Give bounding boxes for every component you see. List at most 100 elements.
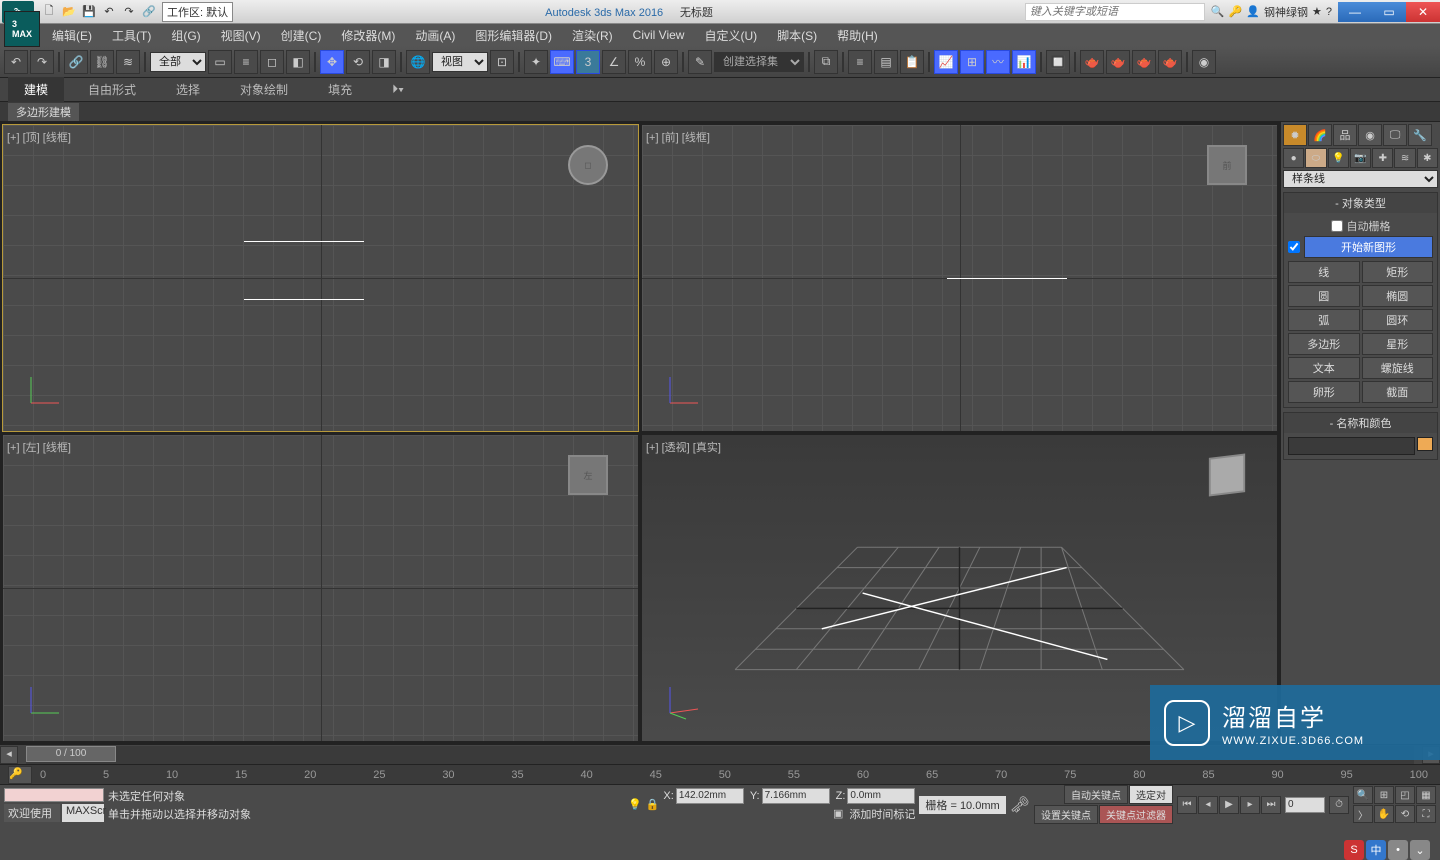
x-coord-input[interactable] xyxy=(676,788,744,804)
current-frame-input[interactable] xyxy=(1285,797,1325,813)
viewcube-icon[interactable] xyxy=(1209,453,1245,496)
redo-icon[interactable]: ↷ xyxy=(120,3,138,21)
geometry-subtab-icon[interactable]: ● xyxy=(1283,148,1304,168)
cameras-subtab-icon[interactable]: 📷 xyxy=(1350,148,1371,168)
manipulate-button[interactable]: ✦ xyxy=(524,50,548,74)
select-by-name-button[interactable]: ≡ xyxy=(234,50,258,74)
rollout-header[interactable]: - 对象类型 xyxy=(1284,193,1437,213)
hierarchy-tab-icon[interactable]: 品 xyxy=(1333,124,1357,146)
open-icon[interactable]: 📂 xyxy=(60,3,78,21)
next-frame-button[interactable]: ▸ xyxy=(1240,796,1260,814)
color-swatch[interactable] xyxy=(1417,437,1433,451)
ime-zh[interactable]: 中 xyxy=(1366,840,1386,860)
layers-button[interactable]: ▤ xyxy=(874,50,898,74)
menu-animation[interactable]: 动画(A) xyxy=(407,25,463,46)
orbit-button[interactable]: ⟲ xyxy=(1395,805,1415,823)
selection-lock-icon[interactable]: 🔒 xyxy=(646,798,660,811)
egg-button[interactable]: 卵形 xyxy=(1288,381,1360,403)
key-icon[interactable]: 🗝 xyxy=(1010,795,1030,815)
dope-sheet-button[interactable]: ⊞ xyxy=(960,50,984,74)
edit-named-sel-button[interactable]: ✎ xyxy=(688,50,712,74)
render-iterative-button[interactable]: 🫖 xyxy=(1158,50,1182,74)
autogrid-checkbox[interactable] xyxy=(1331,220,1343,232)
viewcube-icon[interactable]: ◻ xyxy=(568,145,608,185)
select-object-button[interactable]: ▭ xyxy=(208,50,232,74)
menu-group[interactable]: 组(G) xyxy=(163,25,208,46)
snap-toggle-button[interactable]: 3 xyxy=(576,50,600,74)
systems-subtab-icon[interactable]: ✱ xyxy=(1417,148,1438,168)
schematic-view-button[interactable]: 〰 xyxy=(986,50,1010,74)
donut-button[interactable]: 圆环 xyxy=(1362,309,1434,331)
motion-tab-icon[interactable]: ◉ xyxy=(1358,124,1382,146)
maxscript-mini-listener-pink[interactable] xyxy=(4,788,104,802)
menu-modifiers[interactable]: 修改器(M) xyxy=(333,25,403,46)
spline-object[interactable] xyxy=(244,241,364,242)
goto-end-button[interactable]: ⏭ xyxy=(1261,796,1281,814)
ribbon-tab-populate[interactable]: 填充 xyxy=(312,77,368,102)
bind-space-warp-button[interactable]: ≋ xyxy=(116,50,140,74)
menu-edit[interactable]: 编辑(E) xyxy=(44,25,100,46)
ribbon-toggle-icon[interactable]: ⏵▾ xyxy=(376,78,420,101)
time-config-button[interactable]: ⏱ xyxy=(1329,796,1349,814)
binoculars-icon[interactable]: 🔍 xyxy=(1211,5,1225,18)
menu-maxscript[interactable]: 脚本(S) xyxy=(769,25,825,46)
viewport-left[interactable]: [+] [左] [线框] 左 xyxy=(2,434,639,742)
frame-ruler[interactable]: 0 5 10 15 20 25 30 35 40 45 50 55 60 65 … xyxy=(36,769,1432,781)
viewport-top[interactable]: [+] [顶] [线框] ◻ xyxy=(2,124,639,432)
ime-s[interactable]: S xyxy=(1344,840,1364,860)
arc-button[interactable]: 弧 xyxy=(1288,309,1360,331)
menu-views[interactable]: 视图(V) xyxy=(213,25,269,46)
ref-coord-globe-icon[interactable]: 🌐 xyxy=(406,50,430,74)
render-setup-button[interactable]: 🫖 xyxy=(1080,50,1104,74)
key-icon[interactable]: 🔑 xyxy=(1229,5,1243,18)
minimize-button[interactable]: — xyxy=(1338,2,1372,22)
zoom-all-button[interactable]: ⊞ xyxy=(1374,786,1394,804)
undo-button[interactable]: ↶ xyxy=(4,50,28,74)
star-button[interactable]: 星形 xyxy=(1362,333,1434,355)
menu-tools[interactable]: 工具(T) xyxy=(104,25,159,46)
ribbon-tab-modeling[interactable]: 建模 xyxy=(8,77,64,102)
unlink-button[interactable]: ⛓ xyxy=(90,50,114,74)
key-filters-button[interactable]: 关键点过滤器 xyxy=(1099,805,1173,824)
object-name-input[interactable] xyxy=(1288,437,1415,455)
viewport-label-persp[interactable]: [+] [透视] [真实] xyxy=(646,439,721,455)
user-icon[interactable]: 👤 xyxy=(1246,5,1260,18)
save-icon[interactable]: 💾 xyxy=(80,3,98,21)
user-name[interactable]: 钢神绿钢 xyxy=(1264,4,1308,20)
ribbon-tab-freeform[interactable]: 自由形式 xyxy=(72,77,152,102)
viewcube-top[interactable]: ◻ xyxy=(558,135,618,195)
category-select[interactable]: 样条线 xyxy=(1283,170,1438,188)
scale-button[interactable]: ◨ xyxy=(372,50,396,74)
add-time-tag[interactable]: 添加时间标记 xyxy=(849,806,915,822)
mirror-button[interactable]: ⧉ xyxy=(814,50,838,74)
create-tab-icon[interactable]: ✹ xyxy=(1283,124,1307,146)
workspace-select[interactable]: 工作区: 默认 xyxy=(162,2,233,22)
polygon-modeling-panel[interactable]: 多边形建模 xyxy=(8,103,79,121)
spacewarps-subtab-icon[interactable]: ≋ xyxy=(1394,148,1415,168)
selected-filter[interactable]: 选定对 xyxy=(1129,785,1173,804)
fov-button[interactable]: 〉 xyxy=(1353,805,1373,823)
window-crossing-button[interactable]: ◧ xyxy=(286,50,310,74)
spinner-snap-button[interactable]: ⊕ xyxy=(654,50,678,74)
redo-button[interactable]: ↷ xyxy=(30,50,54,74)
helix-button[interactable]: 螺旋线 xyxy=(1362,357,1434,379)
welcome-button[interactable]: 欢迎使用 xyxy=(4,804,60,822)
menu-civilview[interactable]: Civil View xyxy=(625,26,693,44)
ime-dot[interactable]: • xyxy=(1388,840,1408,860)
startnew-checkbox[interactable] xyxy=(1288,241,1300,253)
viewcube-front[interactable]: 前 xyxy=(1197,135,1257,195)
line-button[interactable]: 线 xyxy=(1288,261,1360,283)
y-coord-input[interactable] xyxy=(762,788,830,804)
start-new-shape-button[interactable]: 开始新图形 xyxy=(1304,236,1433,258)
selection-filter-select[interactable]: 全部 xyxy=(150,52,206,72)
circle-button[interactable]: 圆 xyxy=(1288,285,1360,307)
layer-manager-button[interactable]: 📋 xyxy=(900,50,924,74)
new-icon[interactable]: 🗋 xyxy=(40,3,58,21)
angle-snap-button[interactable]: ∠ xyxy=(602,50,626,74)
goto-start-button[interactable]: ⏮ xyxy=(1177,796,1197,814)
viewcube-persp[interactable] xyxy=(1197,445,1257,505)
align-button[interactable]: ≡ xyxy=(848,50,872,74)
play-button[interactable]: ▶ xyxy=(1219,796,1239,814)
undo-icon[interactable]: ↶ xyxy=(100,3,118,21)
setkey-button[interactable]: 设置关键点 xyxy=(1034,805,1098,824)
